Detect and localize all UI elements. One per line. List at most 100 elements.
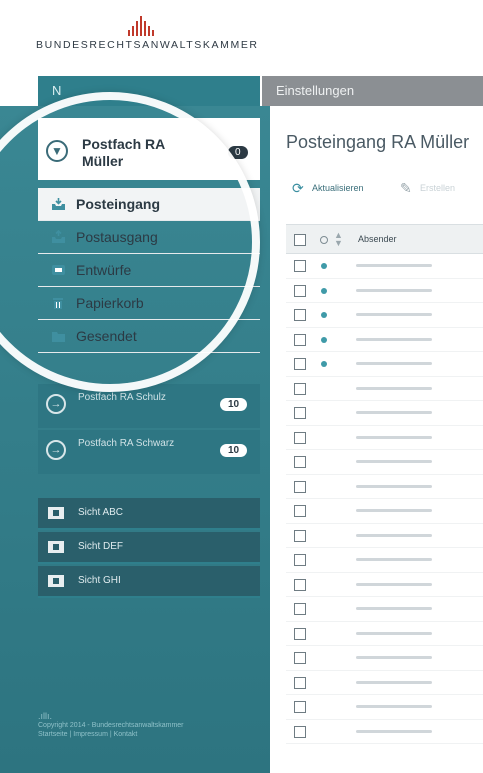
table-row[interactable] <box>286 720 483 744</box>
row-checkbox[interactable] <box>294 529 306 542</box>
table-row[interactable] <box>286 499 483 524</box>
row-checkbox[interactable] <box>294 260 306 272</box>
view-ghi[interactable]: Sicht GHI <box>38 566 260 598</box>
row-checkbox[interactable] <box>294 701 306 713</box>
folder-view-icon <box>48 575 64 587</box>
row-checkbox[interactable] <box>294 382 306 395</box>
column-sender[interactable]: Absender <box>358 234 397 244</box>
sender-placeholder <box>356 386 432 390</box>
row-checkbox[interactable] <box>294 627 306 640</box>
table-row[interactable] <box>286 426 483 450</box>
row-checkbox[interactable] <box>294 480 306 493</box>
footer-copyright: Copyright 2014 - Bundesrechtsanwaltskamm… <box>38 722 184 729</box>
sender-placeholder <box>356 558 432 561</box>
sender-placeholder <box>356 264 432 267</box>
create-button[interactable]: Erstellen <box>420 183 455 193</box>
row-checkbox[interactable] <box>294 652 306 664</box>
sender-placeholder <box>356 656 432 659</box>
refresh-button[interactable]: Aktualisieren <box>312 183 364 193</box>
row-checkbox[interactable] <box>294 725 306 738</box>
arrow-right-icon: → <box>46 394 66 414</box>
table-row[interactable] <box>286 548 483 573</box>
folder-posteingang[interactable]: Posteingang <box>38 188 260 221</box>
unread-dot-icon <box>321 336 327 343</box>
row-checkbox[interactable] <box>294 431 306 444</box>
sender-placeholder <box>356 362 432 365</box>
folder-view-icon <box>48 507 64 519</box>
sender-placeholder <box>356 509 432 512</box>
unread-dot-icon <box>321 312 327 318</box>
row-checkbox[interactable] <box>294 603 306 615</box>
folder-entwuerfe[interactable]: Entwürfe <box>38 254 260 287</box>
sender-placeholder <box>356 582 432 586</box>
table-row[interactable] <box>286 671 483 695</box>
folder-papierkorb[interactable]: Papierkorb <box>38 287 260 320</box>
table-row[interactable] <box>286 695 483 720</box>
table-row[interactable] <box>286 401 483 426</box>
refresh-icon[interactable]: ⟳ <box>292 181 306 195</box>
sort-icon[interactable]: ▲ ▼ <box>334 231 343 248</box>
row-checkbox[interactable] <box>294 676 306 689</box>
table-row[interactable] <box>286 352 483 377</box>
row-checkbox[interactable] <box>294 505 306 517</box>
table-row[interactable] <box>286 475 483 499</box>
row-checkbox[interactable] <box>294 456 306 468</box>
row-checkbox[interactable] <box>294 358 306 370</box>
folder-gesendet[interactable]: Gesendet <box>38 320 260 353</box>
table-row[interactable] <box>286 524 483 548</box>
sender-placeholder <box>356 533 432 537</box>
select-all-checkbox[interactable] <box>294 234 306 246</box>
drafts-icon <box>50 262 66 278</box>
table-row[interactable] <box>286 254 483 279</box>
table-row[interactable] <box>286 646 483 671</box>
view-def[interactable]: Sicht DEF <box>38 532 260 564</box>
table-row[interactable] <box>286 597 483 622</box>
page-title: Posteingang RA Müller <box>286 132 470 152</box>
folder-menu: Posteingang Postausgang Entwürfe Papierk… <box>38 188 260 353</box>
sender-placeholder <box>356 313 432 316</box>
app-frame: BUNDESRECHTSANWALTSKAMMER N Einstellunge… <box>0 0 483 773</box>
row-checkbox[interactable] <box>294 554 306 566</box>
table-row[interactable] <box>286 622 483 646</box>
row-checkbox[interactable] <box>294 309 306 321</box>
view-label: Sicht ABC <box>78 507 124 518</box>
sender-placeholder <box>356 411 432 414</box>
current-mailbox-count: 0 <box>228 146 248 159</box>
sent-icon <box>50 328 66 344</box>
sender-placeholder <box>356 729 432 733</box>
tab-einstellungen[interactable]: Einstellungen <box>262 76 483 106</box>
table-row[interactable] <box>286 279 483 303</box>
folder-label: Gesendet <box>76 328 137 344</box>
collapse-arrow-icon[interactable]: ▼ <box>46 140 68 162</box>
row-checkbox[interactable] <box>294 578 306 591</box>
mailbox-schwarz[interactable]: → Postfach RA Schwarz 10 <box>38 430 260 474</box>
arrow-right-icon: → <box>46 440 66 460</box>
row-checkbox[interactable] <box>294 333 306 346</box>
footer-links[interactable]: Startseite | Impressum | Kontakt <box>38 730 248 739</box>
mailbox-title: Postfach RA Schwarz <box>78 438 175 449</box>
mailbox-count: 10 <box>220 444 248 457</box>
view-abc[interactable]: Sicht ABC <box>38 498 260 530</box>
tab-nachrichten[interactable]: N <box>38 76 260 106</box>
table-row[interactable] <box>286 450 483 475</box>
current-mailbox-header[interactable]: ▼ Postfach RA Müller 0 <box>38 118 260 180</box>
inbox-icon <box>50 196 66 212</box>
sender-placeholder <box>356 337 432 341</box>
table-row[interactable] <box>286 303 483 328</box>
table-row[interactable] <box>286 328 483 352</box>
pencil-icon[interactable]: ✎ <box>400 180 412 197</box>
row-checkbox[interactable] <box>294 407 306 419</box>
sender-placeholder <box>356 484 432 488</box>
footer-logo-icon: .ıllı. <box>38 711 53 721</box>
read-status-icon <box>320 236 328 244</box>
sender-placeholder <box>356 705 432 708</box>
sender-placeholder <box>356 288 432 292</box>
table-row[interactable] <box>286 377 483 401</box>
folder-label: Papierkorb <box>76 295 144 311</box>
table-row[interactable] <box>286 573 483 597</box>
unread-dot-icon <box>321 361 327 367</box>
folder-postausgang[interactable]: Postausgang <box>38 221 260 254</box>
row-checkbox[interactable] <box>294 284 306 297</box>
mailbox-title: Postfach RA Schulz <box>78 392 166 403</box>
mailbox-schulz[interactable]: → Postfach RA Schulz 10 <box>38 384 260 428</box>
